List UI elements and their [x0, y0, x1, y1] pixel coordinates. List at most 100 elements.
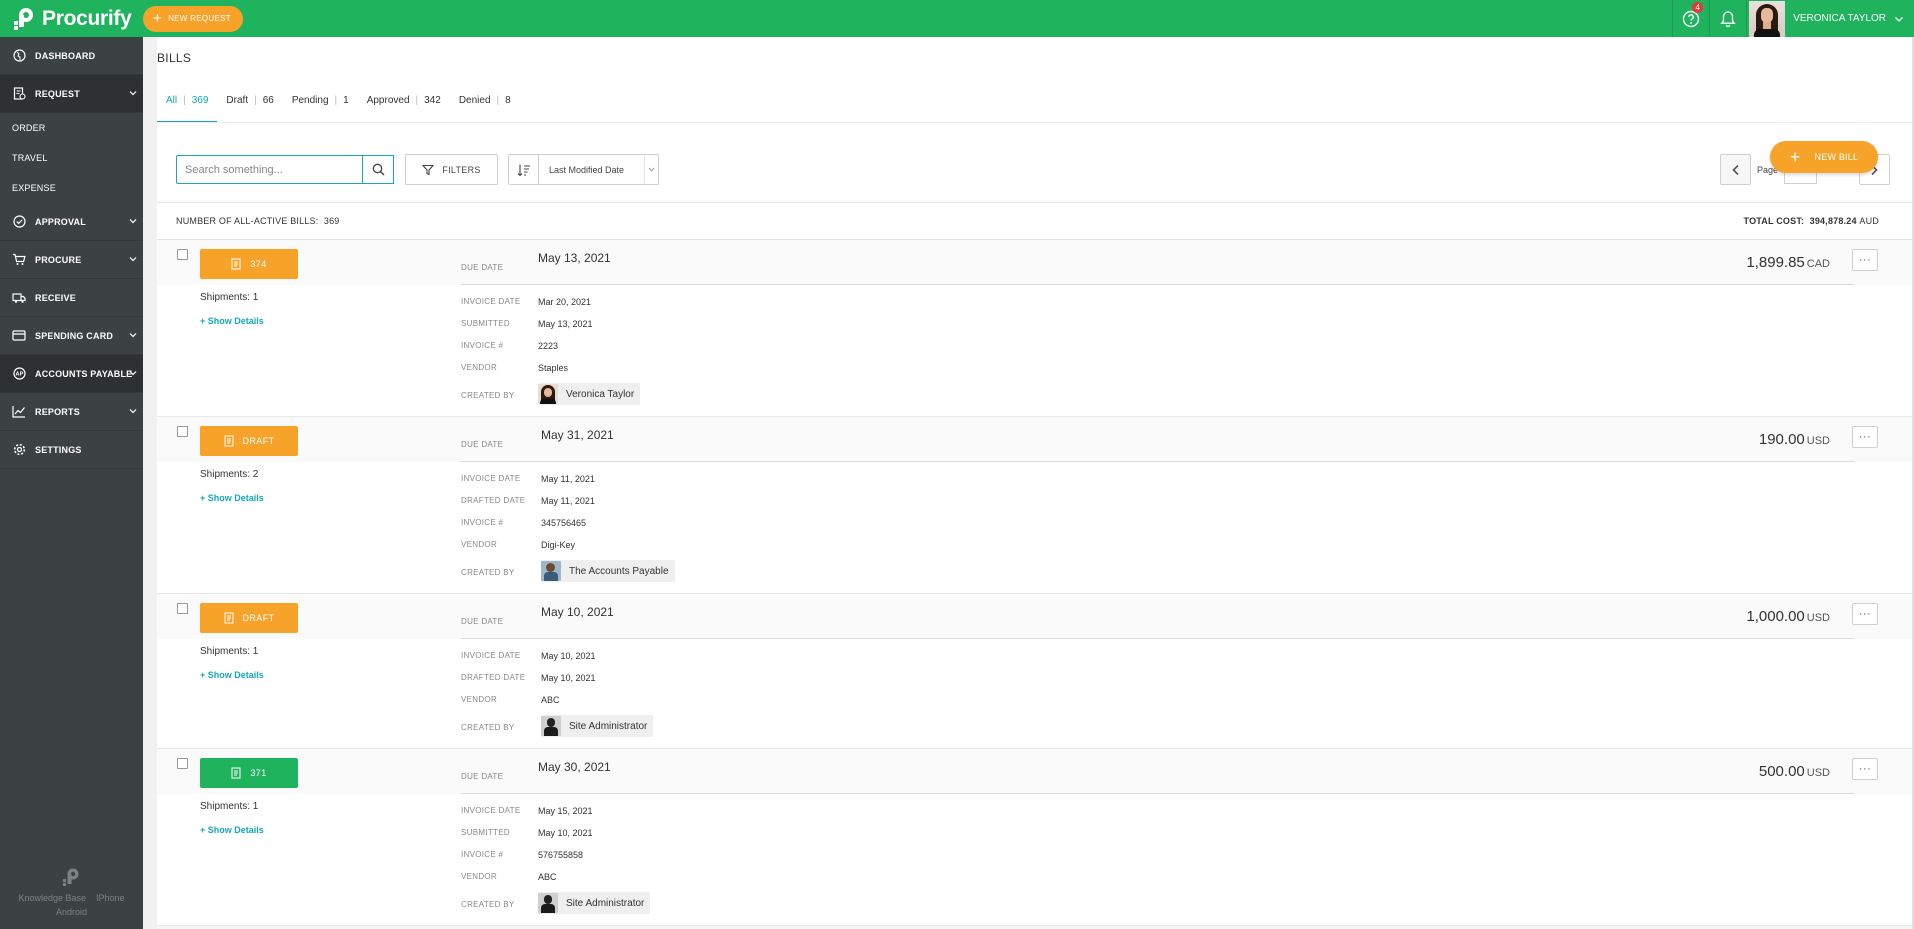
sidebar-item-label: SETTINGS — [35, 444, 82, 455]
new-bill-label: NEW BILL — [1814, 152, 1859, 162]
sidebar-item-label: APPROVAL — [35, 216, 86, 227]
chevron-left-icon — [1731, 164, 1739, 175]
invoice-date-label: INVOICE DATE — [461, 297, 521, 306]
sort-direction-button[interactable] — [509, 155, 539, 184]
bill-checkbox[interactable] — [177, 426, 188, 437]
android-link[interactable]: Android — [0, 905, 143, 919]
search-icon — [372, 163, 384, 176]
procurify-small-logo-icon — [0, 867, 143, 887]
more-actions-button[interactable]: ··· — [1852, 758, 1878, 780]
invoice-number-value: 2223 — [538, 341, 559, 351]
more-actions-button[interactable]: ··· — [1852, 603, 1878, 625]
receipt-icon — [231, 258, 241, 270]
bill-number: 371 — [250, 768, 267, 778]
sidebar-subitem-expense[interactable]: EXPENSE — [0, 173, 143, 203]
sidebar-subitem-travel[interactable]: TRAVEL — [0, 143, 143, 173]
sort-select[interactable]: Last Modified Date — [539, 155, 644, 184]
sidebar-item-label: SPENDING CARD — [35, 330, 114, 341]
sidebar-item-spending-card[interactable]: SPENDING CARD — [0, 317, 143, 355]
bill-amount: 500.00 USD — [1759, 763, 1830, 780]
top-bar: Procurify + NEW REQUEST 4 VERONICA TAYLO… — [0, 0, 1914, 37]
iphone-link[interactable]: IPhone — [96, 891, 125, 905]
search-button[interactable] — [363, 155, 394, 184]
status-badge[interactable]: 371 — [200, 758, 298, 788]
sidebar-item-settings[interactable]: SETTINGS — [0, 431, 143, 469]
created-by-chip[interactable]: Site Administrator — [541, 715, 654, 737]
sort-dropdown-button[interactable] — [644, 155, 658, 184]
tab-approved[interactable]: Approved | 342 — [358, 84, 450, 123]
more-actions-button[interactable]: ··· — [1852, 426, 1878, 448]
amount-currency: CAD — [1806, 258, 1830, 270]
drafted-date-label: DRAFTED DATE — [461, 673, 526, 682]
sidebar-item-request[interactable]: REQUEST — [0, 75, 143, 113]
receipt-icon — [231, 767, 241, 779]
user-name: VERONICA TAYLOR — [1793, 13, 1886, 24]
avatar — [541, 561, 561, 581]
invoice-number-label: INVOICE # — [461, 341, 504, 350]
new-request-button[interactable]: + NEW REQUEST — [143, 5, 243, 32]
search-input[interactable] — [176, 155, 363, 184]
created-by-chip[interactable]: Veronica Taylor — [538, 383, 641, 405]
vendor-label: VENDOR — [461, 363, 498, 372]
bill-checkbox[interactable] — [177, 758, 188, 769]
drafted-date-label: DRAFTED DATE — [461, 496, 526, 505]
svg-text:AP: AP — [15, 372, 23, 378]
status-badge[interactable]: DRAFT — [200, 603, 298, 633]
due-date-label: DUE DATE — [461, 617, 504, 626]
request-icon — [12, 87, 26, 101]
tab-all[interactable]: All | 369 — [157, 84, 218, 123]
sidebar-item-accounts-payable[interactable]: AP ACCOUNTS PAYABLE — [0, 355, 143, 393]
ellipsis-icon: ··· — [1858, 431, 1872, 443]
tab-label: All — [166, 95, 178, 106]
tab-pending[interactable]: Pending | 1 — [283, 84, 358, 123]
knowledge-base-link[interactable]: Knowledge Base — [18, 891, 86, 905]
show-details-link[interactable]: + Show Details — [200, 316, 264, 326]
tab-denied[interactable]: Denied | 8 — [450, 84, 520, 123]
user-avatar — [1749, 0, 1786, 37]
show-details-link[interactable]: + Show Details — [200, 670, 264, 680]
user-menu[interactable]: VERONICA TAYLOR — [1746, 0, 1914, 37]
due-date-label: DUE DATE — [461, 772, 504, 781]
sidebar-item-dashboard[interactable]: DASHBOARD — [0, 37, 143, 75]
sidebar-item-reports[interactable]: REPORTS — [0, 393, 143, 431]
filters-button[interactable]: FILTERS — [405, 154, 498, 185]
shipments-count: Shipments: 1 — [200, 292, 259, 303]
tab-count: 369 — [191, 95, 209, 106]
created-by-chip[interactable]: The Accounts Payable — [541, 560, 675, 582]
previous-page-button[interactable] — [1720, 154, 1751, 185]
bill-number: 374 — [250, 259, 267, 269]
notifications-button[interactable] — [1709, 0, 1746, 37]
help-button[interactable]: 4 — [1672, 0, 1709, 37]
sidebar-item-label: REQUEST — [35, 88, 80, 99]
chevron-down-icon — [129, 409, 137, 414]
tab-label: Draft — [226, 95, 249, 106]
more-actions-button[interactable]: ··· — [1852, 249, 1878, 271]
credit-card-icon — [12, 329, 26, 343]
invoice-number-label: INVOICE # — [461, 850, 504, 859]
new-bill-button[interactable]: + NEW BILL — [1770, 141, 1878, 173]
vendor-value: ABC — [541, 695, 560, 705]
invoice-date-label: INVOICE DATE — [461, 806, 521, 815]
amount-currency: USD — [1806, 612, 1830, 624]
creator-name: Site Administrator — [569, 720, 648, 732]
drafted-date-value: May 10, 2021 — [541, 673, 596, 683]
bill-checkbox[interactable] — [177, 249, 188, 260]
sidebar-subitem-order[interactable]: ORDER — [0, 113, 143, 143]
amount-currency: USD — [1806, 767, 1830, 779]
sidebar-item-approval[interactable]: APPROVAL — [0, 203, 143, 241]
bill-status: DRAFT — [242, 436, 275, 446]
procurify-logo[interactable]: Procurify — [12, 6, 142, 32]
created-by-chip[interactable]: Site Administrator — [538, 892, 651, 914]
show-details-link[interactable]: + Show Details — [200, 493, 264, 503]
show-details-link[interactable]: + Show Details — [200, 825, 264, 835]
tab-draft[interactable]: Draft | 66 — [217, 84, 282, 123]
sidebar-item-receive[interactable]: RECEIVE — [0, 279, 143, 317]
status-badge[interactable]: DRAFT — [200, 426, 298, 456]
bill-checkbox[interactable] — [177, 603, 188, 614]
sidebar-item-procure[interactable]: PROCURE — [0, 241, 143, 279]
submitted-value: May 13, 2021 — [538, 319, 593, 329]
creator-name: The Accounts Payable — [569, 565, 669, 577]
amount-value: 500.00 — [1758, 763, 1805, 780]
status-badge[interactable]: 374 — [200, 249, 298, 279]
receipt-icon — [224, 435, 233, 447]
